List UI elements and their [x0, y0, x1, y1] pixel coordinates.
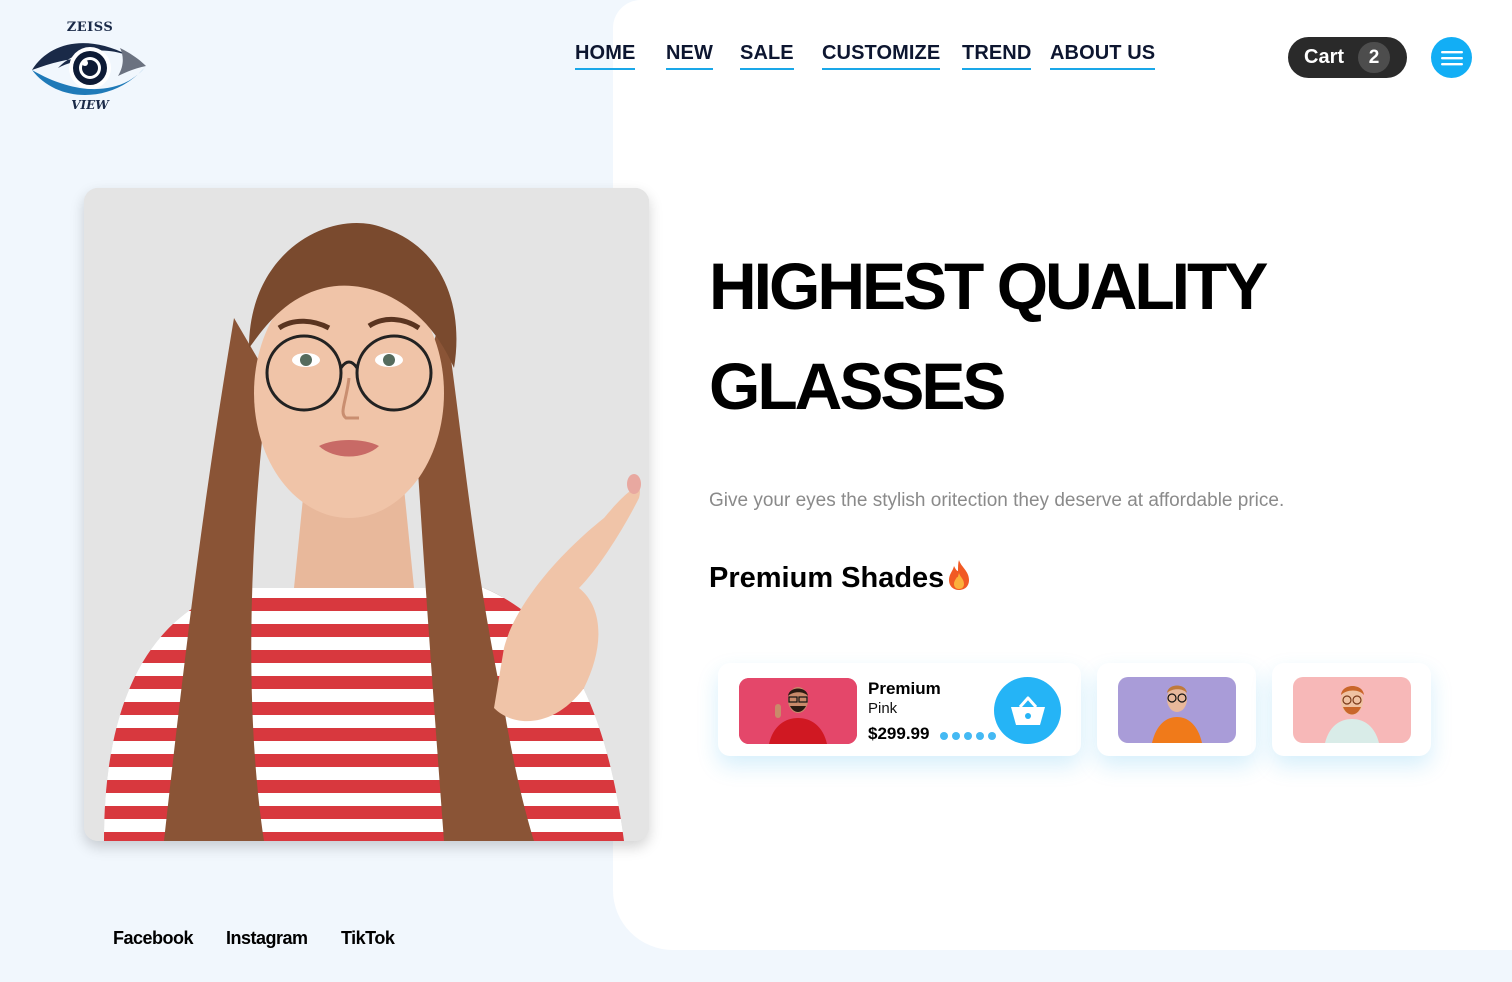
product-thumbnail [1293, 677, 1411, 743]
product-card-orange[interactable] [1097, 663, 1256, 756]
product-thumbnail [1118, 677, 1236, 743]
hamburger-icon [1440, 50, 1463, 65]
nav-sale[interactable]: SALE [740, 42, 794, 70]
hero-headline: HIGHEST QUALITY GLASSES [709, 249, 1267, 423]
product-price: $299.99 [868, 724, 930, 743]
product-color: Pink [868, 700, 898, 717]
product-name: Premium [868, 679, 941, 698]
rating-dot [988, 732, 996, 740]
rating-dot [964, 732, 972, 740]
basket-icon [1010, 696, 1045, 725]
hero-model-photo [84, 188, 649, 841]
hero-subtitle: Give your eyes the stylish oritection th… [709, 490, 1285, 511]
product-thumbnail [739, 678, 857, 744]
add-to-basket-button[interactable] [994, 677, 1061, 744]
rating-dots [940, 732, 996, 740]
nav-trend[interactable]: TREND [962, 42, 1032, 70]
brand-name-top: ZEISS [66, 20, 114, 35]
social-instagram[interactable]: Instagram [226, 928, 308, 949]
fire-icon [949, 560, 970, 590]
rating-dot [976, 732, 984, 740]
cart-count-badge: 2 [1358, 42, 1390, 73]
nav-home[interactable]: HOME [575, 42, 636, 70]
nav-new[interactable]: NEW [666, 42, 713, 70]
nav-about-us[interactable]: ABOUT US [1050, 42, 1156, 70]
product-card-light[interactable] [1272, 663, 1431, 756]
menu-button[interactable] [1431, 37, 1472, 78]
rating-dot [952, 732, 960, 740]
content-panel [613, 0, 1512, 950]
cart-button[interactable]: Cart 2 [1288, 37, 1407, 78]
brand-logo[interactable]: ZEISS VIEW [28, 18, 152, 118]
brand-name-bottom: VIEW [71, 98, 109, 112]
section-title: Premium Shades [709, 559, 973, 595]
social-facebook[interactable]: Facebook [113, 928, 194, 949]
cart-label: Cart [1304, 46, 1345, 68]
nav-customize[interactable]: CUSTOMIZE [822, 42, 941, 70]
product-card-premium[interactable]: Premium Pink $299.99 [718, 663, 1081, 756]
rating-dot [940, 732, 948, 740]
section-title-text: Premium Shades [709, 562, 945, 594]
social-tiktok[interactable]: TikTok [341, 928, 395, 949]
